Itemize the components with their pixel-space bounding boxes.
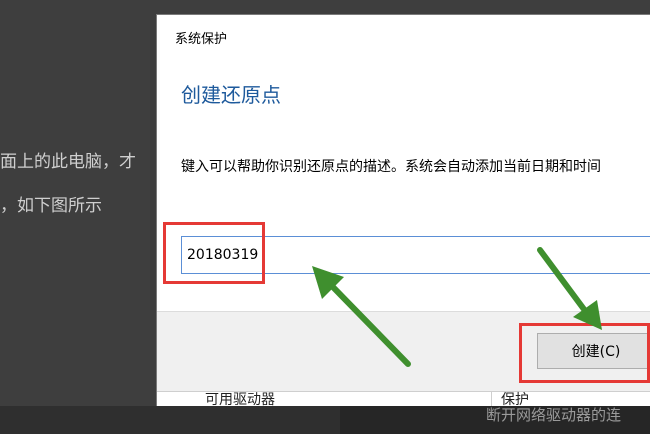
annotation-arrows [312,247,602,367]
arrow-to-button-icon [537,247,602,330]
arrow-to-input-icon [312,266,411,367]
